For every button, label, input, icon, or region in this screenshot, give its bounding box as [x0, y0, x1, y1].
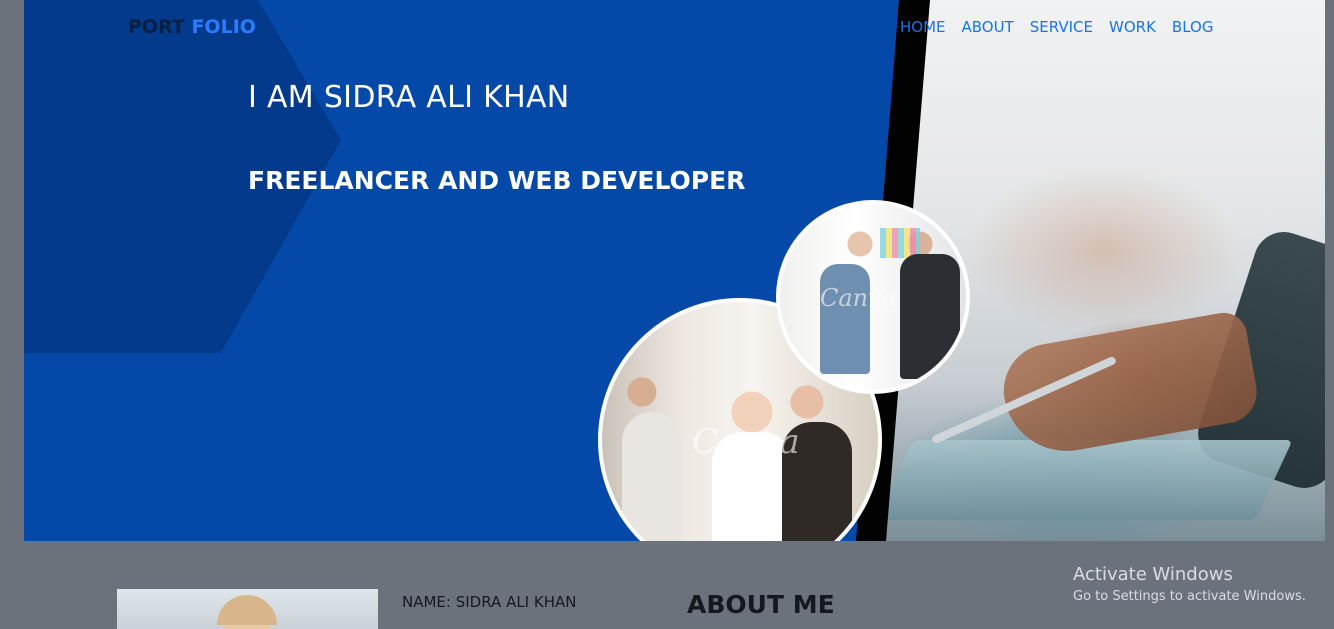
activate-title: Activate Windows [1073, 564, 1233, 585]
photo-person [900, 254, 960, 379]
photo-watermark: Canva [692, 422, 800, 462]
logo-part-folio: FOLIO [191, 16, 256, 38]
nav-blog[interactable]: BLOG [1172, 18, 1214, 36]
nav-work[interactable]: WORK [1109, 18, 1156, 36]
profile-hair [217, 595, 277, 625]
hero-subtitle: FREELANCER AND WEB DEVELOPER [248, 166, 746, 195]
nav-service[interactable]: SERVICE [1030, 18, 1093, 36]
photo-person [820, 264, 870, 374]
activate-subtitle: Go to Settings to activate Windows. [1073, 589, 1306, 604]
photo-person [622, 412, 682, 541]
about-name: NAME: SIDRA ALI KHAN [402, 593, 577, 611]
main-nav: HOME ABOUT SERVICE WORK BLOG [900, 18, 1213, 36]
team-highfive-photo: Canva [776, 200, 970, 394]
nav-about[interactable]: ABOUT [962, 18, 1014, 36]
about-heading: ABOUT ME [687, 590, 835, 619]
hero-title: I AM SIDRA ALI KHAN [248, 80, 570, 115]
hero-section: PORT FOLIO HOME ABOUT SERVICE WORK BLOG … [24, 0, 1325, 541]
photo-watermark: Canva [820, 284, 896, 312]
site-logo[interactable]: PORT FOLIO [128, 16, 256, 38]
windows-activation-watermark: Activate Windows Go to Settings to activ… [1073, 564, 1306, 604]
nav-home[interactable]: HOME [900, 18, 946, 36]
logo-part-port: PORT [128, 16, 185, 38]
profile-photo [117, 589, 378, 629]
photo-laptop [875, 440, 1293, 520]
